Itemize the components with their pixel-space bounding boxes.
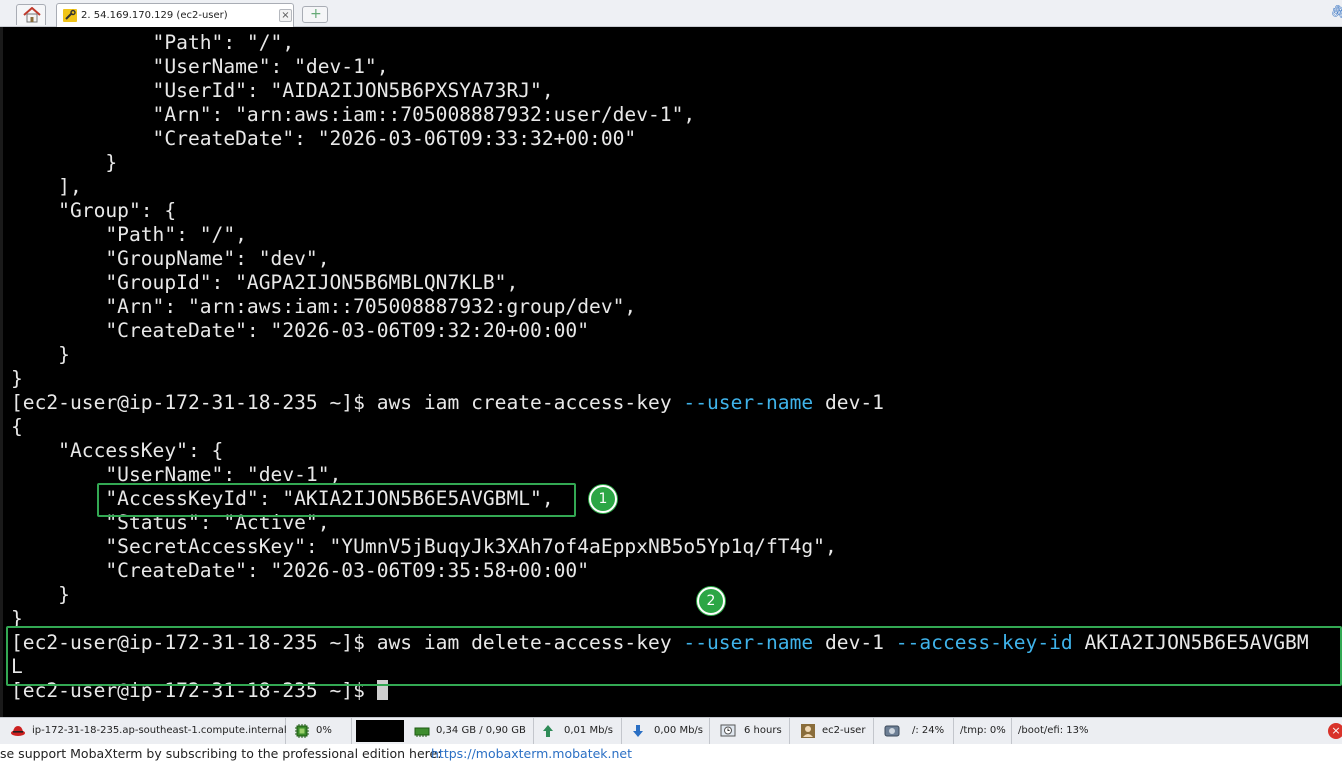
- terminal-line: "CreateDate": "2026-03-06T09:32:20+00:00…: [11, 319, 590, 342]
- download-rate: 0,00 Mb/s: [654, 725, 703, 736]
- terminal-line: "CreateDate": "2026-03-06T09:35:58+00:00…: [11, 559, 590, 582]
- command-flag: --user-name: [683, 391, 814, 414]
- terminal-line: "AccessKey": {: [11, 439, 224, 462]
- status-disk-tmp: /tmp: 0%: [954, 718, 1012, 745]
- terminal-line: "UserId": "AIDA2IJON5B6PXSYA73RJ",: [11, 79, 554, 102]
- memory-usage: 0,34 GB / 0,90 GB: [436, 725, 526, 736]
- terminal-pane[interactable]: "Path": "/", "UserName": "dev-1", "UserI…: [0, 27, 1342, 717]
- disk-tmp-usage: /tmp: 0%: [960, 725, 1006, 736]
- status-memory: 0,34 GB / 0,90 GB: [408, 718, 534, 745]
- command-text: aws iam create-access-key: [376, 391, 684, 414]
- terminal-line: }: [11, 343, 70, 366]
- uptime-clock-icon: [720, 724, 736, 737]
- plus-icon: +: [310, 6, 322, 22]
- status-disk-root: /: 24%: [874, 718, 954, 745]
- terminal-line: "Group": {: [11, 199, 177, 222]
- upload-arrow-icon: [543, 725, 553, 737]
- terminal-line: "Arn": "arn:aws:iam::705008887932:user/d…: [11, 103, 696, 126]
- annotation-badge-1: 1: [589, 485, 617, 513]
- terminal-line: "Path": "/",: [11, 223, 247, 246]
- terminal-line: "GroupId": "AGPA2IJON5B6MBLQN7KLB",: [11, 271, 519, 294]
- terminal-line: }: [11, 583, 70, 606]
- create-access-key-command-line: [ec2-user@ip-172-31-18-235 ~]$ aws iam c…: [11, 391, 884, 415]
- annotation-box-access-key-id: [97, 483, 576, 517]
- host-name: ip-172-31-18-235.ap-southeast-1.compute.…: [32, 725, 287, 736]
- download-arrow-icon: [633, 725, 643, 737]
- tab-ssh-session[interactable]: 2. 54.169.170.129 (ec2-user) ×: [56, 3, 294, 27]
- terminal-line: {: [11, 415, 23, 438]
- support-banner: se support MobaXterm by subscribing to t…: [0, 744, 1342, 764]
- status-download: 0,00 Mb/s: [622, 718, 710, 745]
- disk-root-usage: /: 24%: [912, 725, 945, 736]
- hard-disk-icon: [884, 725, 900, 737]
- upload-rate: 0,01 Mb/s: [564, 725, 613, 736]
- terminal-line: "Path": "/",: [11, 31, 295, 54]
- status-bar: ip-172-31-18-235.ap-southeast-1.compute.…: [0, 717, 1342, 745]
- mobaxterm-window: 2. 54.169.170.129 (ec2-user) × + 🖇 "Path…: [0, 0, 1342, 764]
- terminal-line: ],: [11, 175, 82, 198]
- tab-bar: 2. 54.169.170.129 (ec2-user) × + 🖇: [0, 0, 1342, 27]
- redhat-icon: [11, 726, 25, 736]
- disk-efi-usage: /boot/efi: 13%: [1018, 725, 1089, 736]
- mobaxterm-link[interactable]: https://mobaxterm.mobatek.net: [431, 746, 632, 761]
- close-icon[interactable]: ×: [1328, 723, 1342, 739]
- wrench-icon: [63, 9, 77, 22]
- shell-prompt: [ec2-user@ip-172-31-18-235 ~]$: [11, 391, 377, 414]
- cpu-chip-icon: [295, 724, 309, 738]
- terminal-line: "GroupName": "dev",: [11, 247, 330, 270]
- terminal-line: "UserName": "dev-1",: [11, 55, 389, 78]
- status-cpu: 0%: [286, 718, 352, 745]
- status-user: ec2-user: [790, 718, 874, 745]
- user-name: ec2-user: [822, 725, 866, 736]
- terminal-line: }: [11, 151, 118, 174]
- cpu-graph: [356, 720, 404, 742]
- status-disk-efi: /boot/efi: 13%: [1012, 718, 1102, 745]
- status-upload: 0,01 Mb/s: [534, 718, 622, 745]
- home-icon: [23, 7, 41, 23]
- terminal-line: "SecretAccessKey": "YUmnV5jBuqyJk3XAh7of…: [11, 535, 837, 558]
- home-tab-button[interactable]: [16, 4, 46, 25]
- user-icon: [801, 724, 815, 738]
- terminal-line: }: [11, 367, 23, 390]
- terminal-line: "CreateDate": "2026-03-06T09:33:32+00:00…: [11, 127, 637, 150]
- terminal-line: "Arn": "arn:aws:iam::705008887932:group/…: [11, 295, 637, 318]
- support-message: se support MobaXterm by subscribing to t…: [0, 746, 442, 761]
- annotation-box-delete-command: [6, 626, 1342, 686]
- cpu-usage: 0%: [316, 725, 332, 736]
- memory-icon: [414, 727, 430, 737]
- annotation-badge-2: 2: [697, 587, 725, 615]
- uptime-value: 6 hours: [744, 725, 782, 736]
- tab-close-button[interactable]: ×: [279, 9, 292, 22]
- status-uptime: 6 hours: [710, 718, 790, 745]
- tab-label: 2. 54.169.170.129 (ec2-user): [81, 10, 228, 21]
- new-tab-button[interactable]: +: [302, 6, 328, 23]
- paperclip-icon[interactable]: 🖇: [1330, 5, 1342, 20]
- command-arg: dev-1: [813, 391, 884, 414]
- status-host: ip-172-31-18-235.ap-southeast-1.compute.…: [0, 718, 287, 745]
